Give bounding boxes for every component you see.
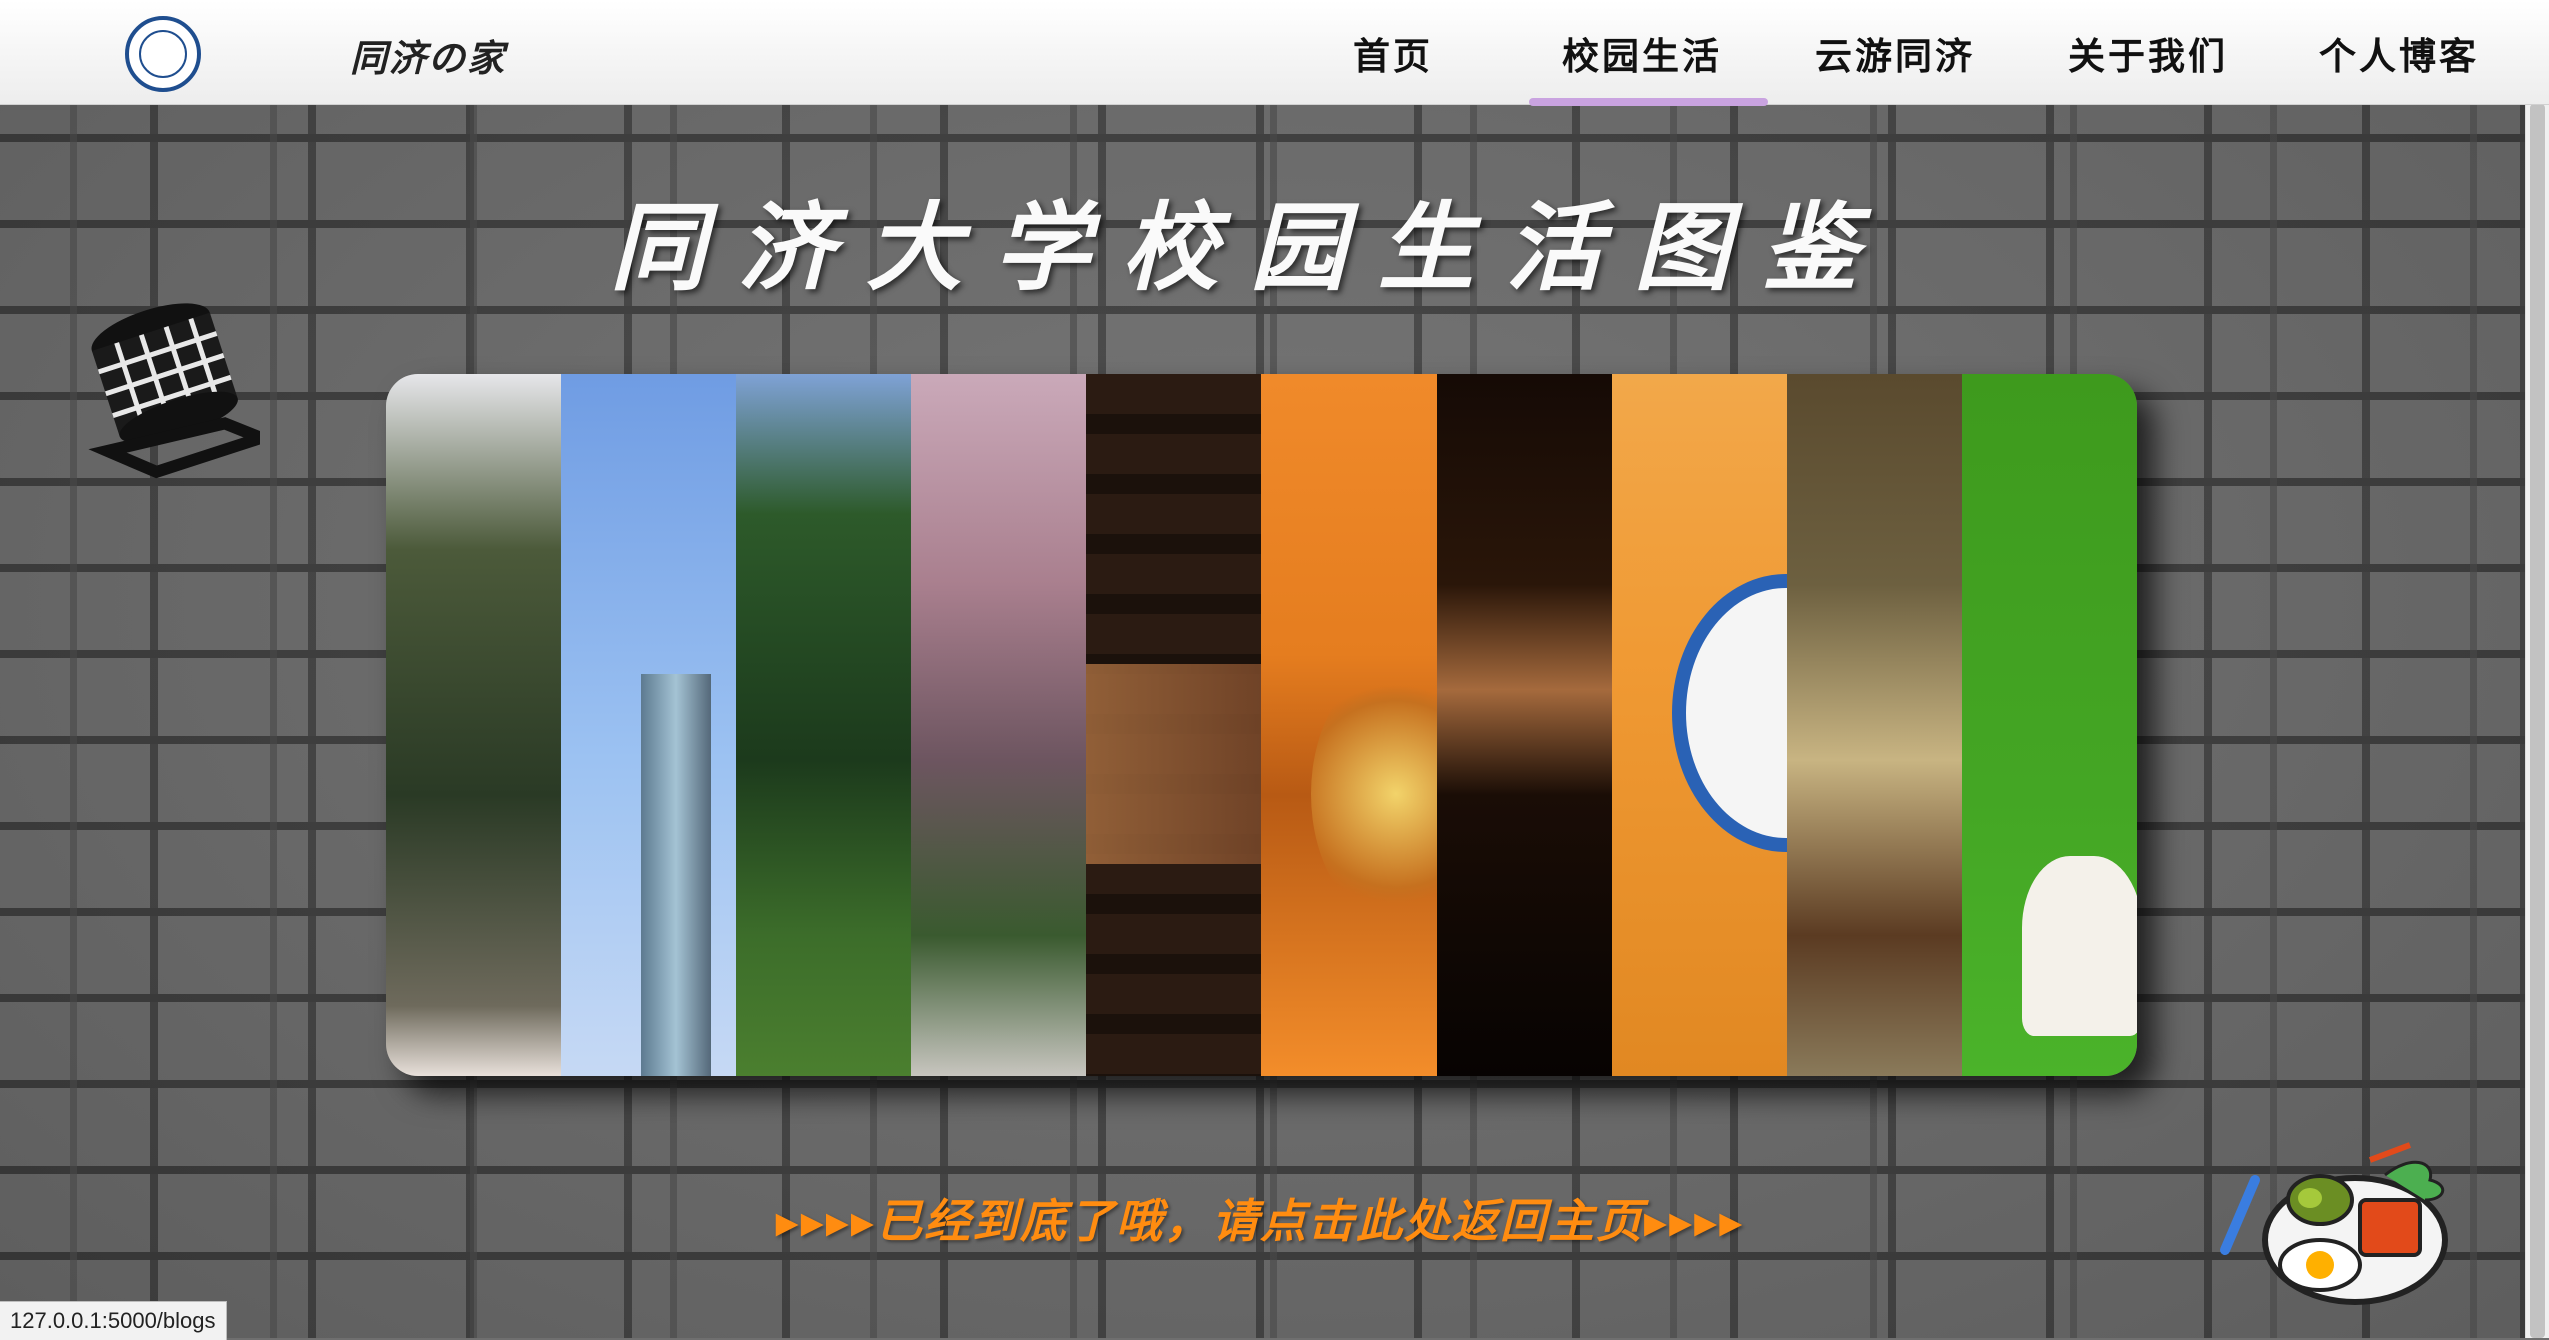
nav-item-cloud-tour[interactable]: 云游同济 <box>1815 26 1975 80</box>
nav-item-home[interactable]: 首页 <box>1353 26 1433 80</box>
nav-item-about-us[interactable]: 关于我们 <box>2068 26 2228 80</box>
lantern-icon <box>88 303 260 479</box>
nav-item-campus-life[interactable]: 校园生活 <box>1562 26 1722 80</box>
gallery-panel-1[interactable] <box>386 374 562 1076</box>
gallery-panel-3[interactable] <box>736 374 912 1076</box>
back-to-home-link[interactable]: ▸▸▸▸已经到底了哦，请点击此处返回主页▸▸▸▸ <box>730 1185 1790 1251</box>
status-bar-url: 127.0.0.1:5000/blogs <box>0 1301 227 1340</box>
tongji-logo-icon[interactable] <box>125 16 201 92</box>
scrollbar-thumb[interactable] <box>2530 104 2545 1338</box>
gallery-panel-4[interactable] <box>911 374 1087 1076</box>
nav-item-personal-blog[interactable]: 个人博客 <box>2319 26 2479 80</box>
gallery-panel-7[interactable] <box>1436 374 1612 1076</box>
gallery-panel-9[interactable] <box>1786 374 1962 1076</box>
gallery-panel-8[interactable] <box>1611 374 1900 1076</box>
gallery-panel-5[interactable] <box>1086 374 1262 1076</box>
gallery-panel-6[interactable] <box>1261 374 1482 1076</box>
brand-title[interactable]: 同济の家 <box>350 28 506 82</box>
gallery-panel-2[interactable] <box>561 374 737 1076</box>
food-plate-icon <box>2220 1142 2448 1305</box>
active-nav-indicator <box>1529 98 1768 106</box>
page-title: 同济大学校园生活图鉴 <box>610 191 1890 304</box>
photo-gallery <box>386 374 2137 1076</box>
navbar: 同济の家 首页 校园生活 云游同济 关于我们 个人博客 <box>0 0 2549 106</box>
gallery-panel-10[interactable] <box>1961 374 2137 1076</box>
scrollbar[interactable] <box>2525 104 2549 1338</box>
